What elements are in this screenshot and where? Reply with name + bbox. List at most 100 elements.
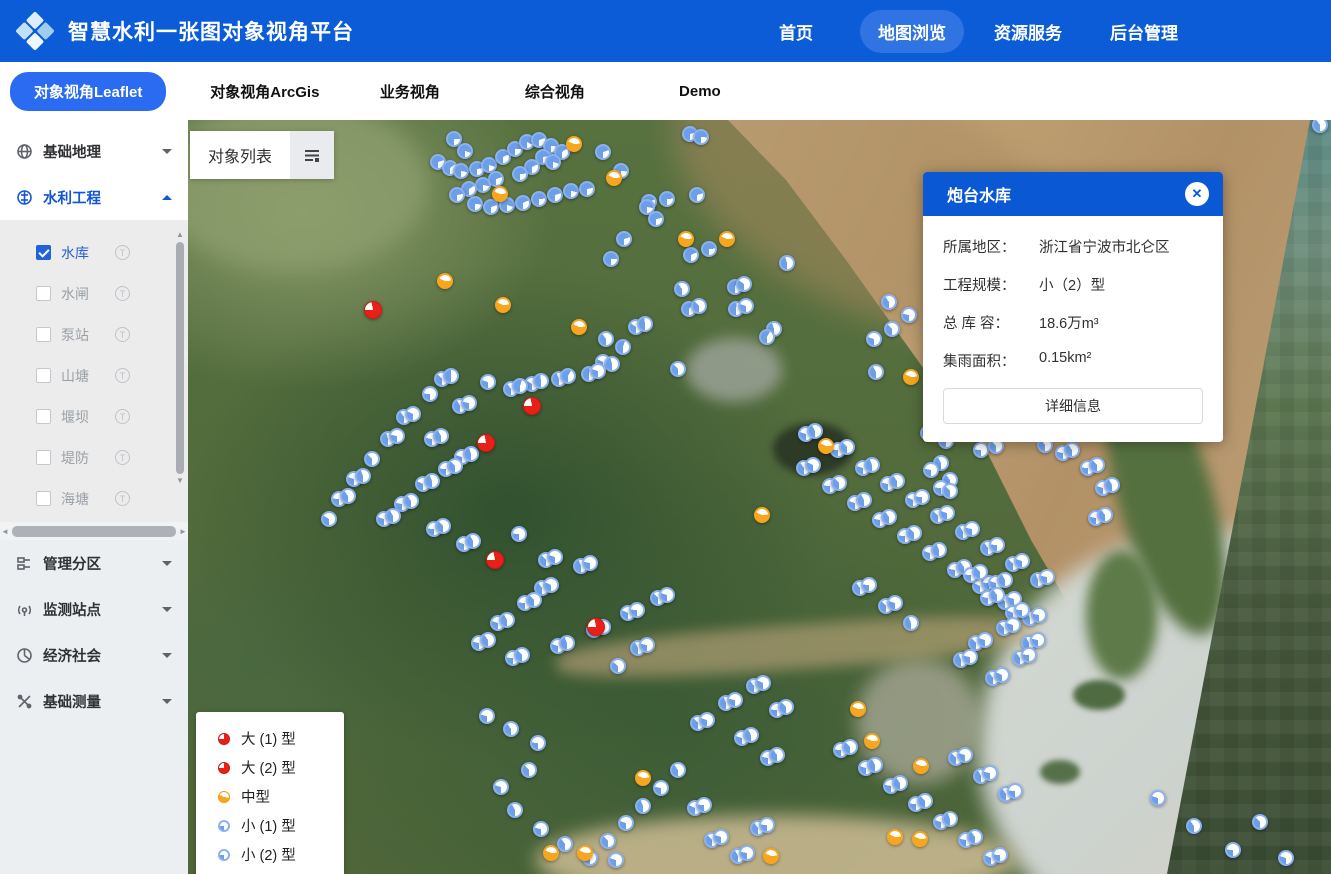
reservoir-marker-large[interactable] bbox=[364, 301, 382, 319]
reservoir-marker-small[interactable] bbox=[637, 316, 653, 332]
reservoir-marker-small[interactable] bbox=[615, 339, 631, 355]
reservoir-marker-small[interactable] bbox=[906, 525, 922, 541]
reservoir-marker-small[interactable] bbox=[618, 815, 634, 831]
reservoir-marker-small[interactable] bbox=[989, 587, 1005, 603]
reservoir-marker-medium[interactable] bbox=[887, 829, 903, 845]
reservoir-marker-small[interactable] bbox=[1064, 442, 1080, 458]
checkbox-dike[interactable] bbox=[36, 450, 51, 465]
reservoir-marker-small[interactable] bbox=[1030, 632, 1046, 648]
nav-item-resource-service[interactable]: 资源服务 bbox=[970, 19, 1086, 44]
checkbox-weir[interactable] bbox=[36, 409, 51, 424]
reservoir-marker-small[interactable] bbox=[521, 762, 537, 778]
reservoir-marker-small[interactable] bbox=[547, 187, 563, 203]
reservoir-marker-small[interactable] bbox=[939, 505, 955, 521]
reservoir-marker-small[interactable] bbox=[512, 166, 528, 182]
reservoir-marker-small[interactable] bbox=[603, 251, 619, 267]
reservoir-marker-small[interactable] bbox=[590, 363, 606, 379]
reservoir-marker-small[interactable] bbox=[769, 747, 785, 763]
tab-comprehensive-view[interactable]: 综合视角 bbox=[482, 81, 627, 102]
reservoir-marker-medium[interactable] bbox=[763, 848, 779, 864]
tab-business-view[interactable]: 业务视角 bbox=[337, 81, 482, 102]
reservoir-marker-small[interactable] bbox=[526, 592, 542, 608]
reservoir-marker-small[interactable] bbox=[839, 439, 855, 455]
reservoir-marker-small[interactable] bbox=[1089, 457, 1105, 473]
reservoir-marker-medium[interactable] bbox=[678, 231, 694, 247]
reservoir-marker-small[interactable] bbox=[674, 281, 690, 297]
reservoir-marker-small[interactable] bbox=[866, 331, 882, 347]
reservoir-marker-small[interactable] bbox=[503, 721, 519, 737]
reservoir-marker-small[interactable] bbox=[547, 549, 563, 565]
reservoir-marker-large[interactable] bbox=[486, 551, 504, 569]
reservoir-marker-small[interactable] bbox=[887, 595, 903, 611]
reservoir-marker-small[interactable] bbox=[931, 542, 947, 558]
horizontal-scrollbar[interactable]: ◄ ► bbox=[0, 522, 188, 540]
nav-item-map-browse[interactable]: 地图浏览 bbox=[860, 10, 964, 53]
reservoir-marker-small[interactable] bbox=[443, 368, 459, 384]
tab-demo[interactable]: Demo bbox=[627, 83, 772, 100]
sidebar-group-water-projects[interactable]: 水利工程 bbox=[0, 174, 188, 220]
reservoir-marker-small[interactable] bbox=[739, 845, 755, 861]
scrollbar-thumb[interactable] bbox=[176, 242, 184, 474]
reservoir-marker-small[interactable] bbox=[923, 462, 939, 478]
reservoir-marker-small[interactable] bbox=[457, 143, 473, 159]
layer-item-sluice[interactable]: 水闸 bbox=[0, 273, 188, 314]
reservoir-marker-small[interactable] bbox=[604, 356, 620, 372]
reservoir-marker-small[interactable] bbox=[779, 255, 795, 271]
reservoir-marker-medium[interactable] bbox=[754, 507, 770, 523]
layer-item-reservoir[interactable]: 水库 bbox=[0, 232, 188, 273]
reservoir-marker-small[interactable] bbox=[582, 555, 598, 571]
reservoir-marker-small[interactable] bbox=[914, 489, 930, 505]
reservoir-marker-small[interactable] bbox=[992, 847, 1008, 863]
reservoir-marker-small[interactable] bbox=[648, 211, 664, 227]
reservoir-marker-small[interactable] bbox=[403, 493, 419, 509]
reservoir-marker-small[interactable] bbox=[424, 473, 440, 489]
sidebar-group-basic-survey[interactable]: 基础测量 bbox=[0, 678, 188, 724]
reservoir-marker-small[interactable] bbox=[755, 675, 771, 691]
reservoir-marker-small[interactable] bbox=[736, 276, 752, 292]
close-icon[interactable] bbox=[1185, 182, 1209, 206]
checkbox-mountain-pond[interactable] bbox=[36, 368, 51, 383]
reservoir-marker-small[interactable] bbox=[696, 797, 712, 813]
reservoir-marker-small[interactable] bbox=[600, 833, 616, 849]
scrollbar-thumb[interactable] bbox=[12, 526, 176, 537]
reservoir-marker-small[interactable] bbox=[670, 762, 686, 778]
detail-info-button[interactable]: 详细信息 bbox=[943, 388, 1203, 424]
reservoir-marker-small[interactable] bbox=[868, 364, 884, 380]
reservoir-marker-small[interactable] bbox=[917, 793, 933, 809]
reservoir-marker-medium[interactable] bbox=[913, 758, 929, 774]
reservoir-marker-small[interactable] bbox=[385, 508, 401, 524]
table-info-icon[interactable] bbox=[115, 491, 130, 506]
reservoir-marker-small[interactable] bbox=[321, 511, 337, 527]
table-info-icon[interactable] bbox=[115, 286, 130, 301]
reservoir-marker-medium[interactable] bbox=[818, 438, 834, 454]
reservoir-marker-small[interactable] bbox=[461, 395, 477, 411]
reservoir-marker-small[interactable] bbox=[610, 658, 626, 674]
reservoir-marker-small[interactable] bbox=[659, 587, 675, 603]
reservoir-marker-small[interactable] bbox=[699, 712, 715, 728]
reservoir-marker-small[interactable] bbox=[364, 451, 380, 467]
layer-item-weir[interactable]: 堰坝 bbox=[0, 396, 188, 437]
reservoir-marker-small[interactable] bbox=[881, 509, 897, 525]
nav-item-home[interactable]: 首页 bbox=[738, 19, 854, 44]
reservoir-marker-small[interactable] bbox=[629, 602, 645, 618]
reservoir-marker-small[interactable] bbox=[533, 821, 549, 837]
reservoir-marker-small[interactable] bbox=[340, 488, 356, 504]
reservoir-marker-small[interactable] bbox=[543, 577, 559, 593]
reservoir-marker-small[interactable] bbox=[743, 727, 759, 743]
reservoir-marker-small[interactable] bbox=[514, 647, 530, 663]
reservoir-marker-small[interactable] bbox=[683, 247, 699, 263]
reservoir-marker-small[interactable] bbox=[635, 798, 651, 814]
reservoir-marker-small[interactable] bbox=[861, 577, 877, 593]
reservoir-marker-small[interactable] bbox=[962, 649, 978, 665]
reservoir-marker-small[interactable] bbox=[727, 692, 743, 708]
reservoir-marker-medium[interactable] bbox=[495, 297, 511, 313]
sidebar-group-economy-society[interactable]: 经济社会 bbox=[0, 632, 188, 678]
checkbox-seawall[interactable] bbox=[36, 491, 51, 506]
reservoir-marker-small[interactable] bbox=[480, 632, 496, 648]
reservoir-marker-small[interactable] bbox=[867, 757, 883, 773]
reservoir-marker-small[interactable] bbox=[598, 331, 614, 347]
reservoir-marker-small[interactable] bbox=[563, 183, 579, 199]
reservoir-marker-medium[interactable] bbox=[492, 186, 508, 202]
reservoir-marker-small[interactable] bbox=[997, 572, 1013, 588]
reservoir-marker-medium[interactable] bbox=[635, 770, 651, 786]
